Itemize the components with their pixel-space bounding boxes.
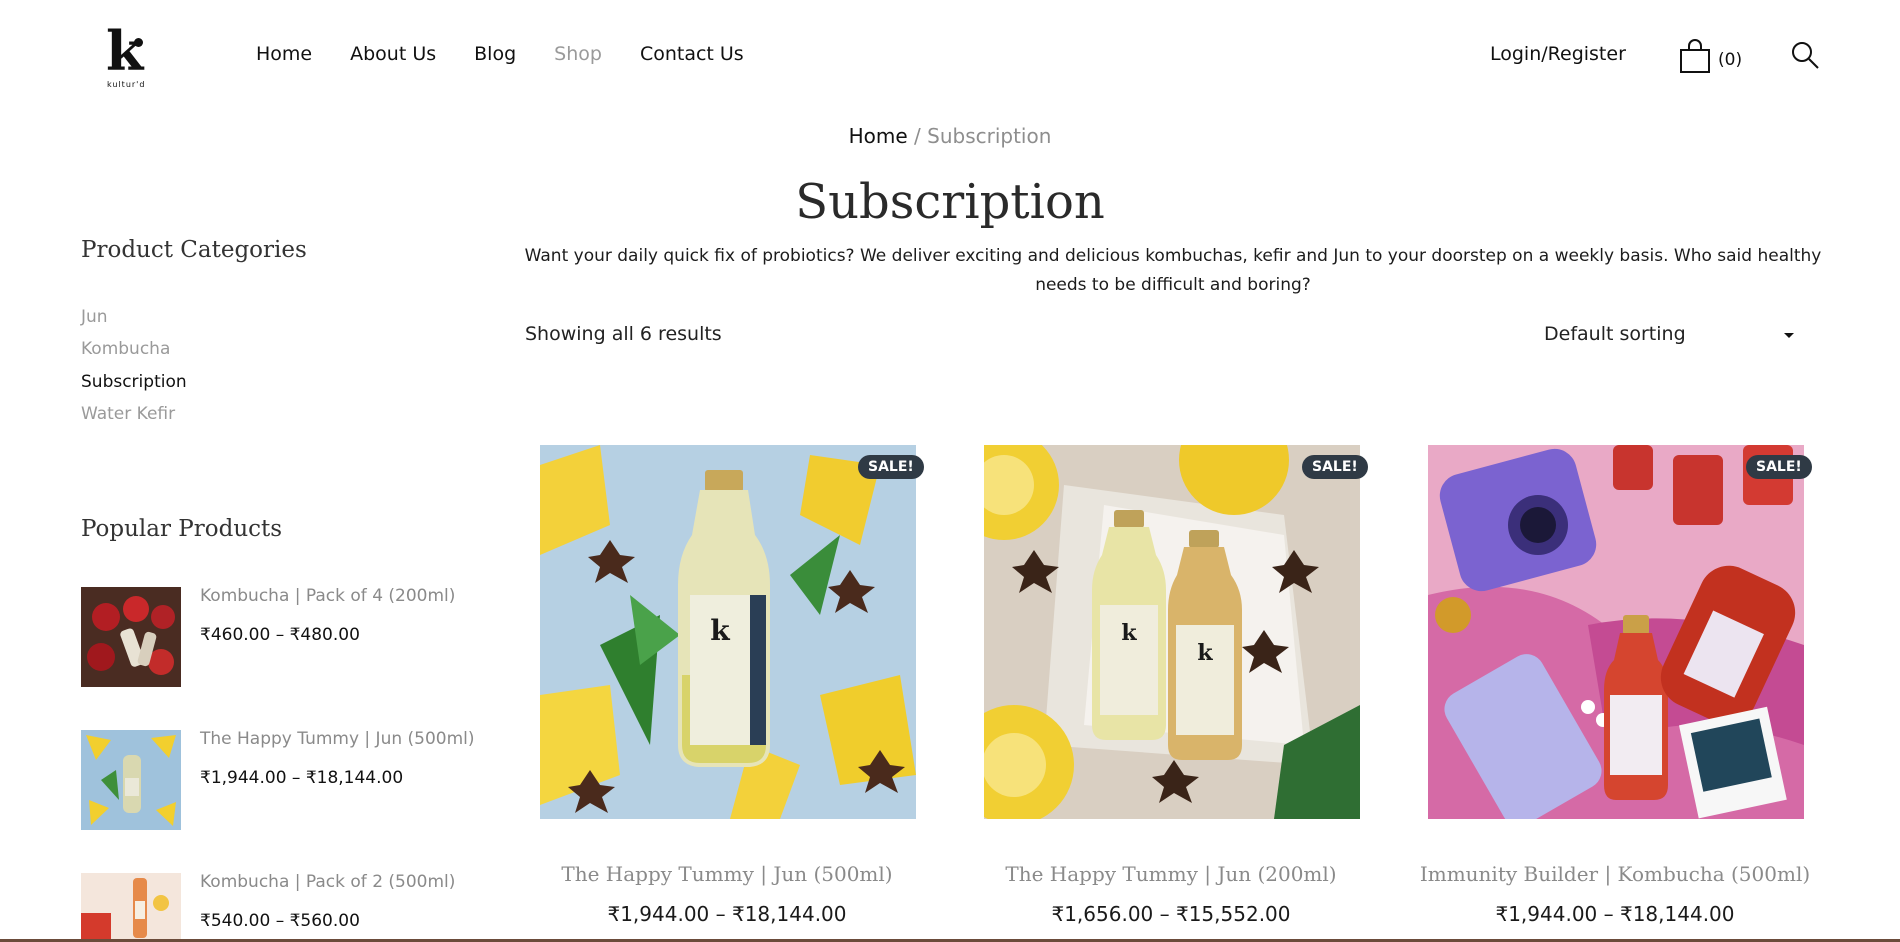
product-price: ₹1,656.00 – ₹15,552.00 [1051,902,1291,926]
product-title[interactable]: The Happy Tummy | Jun (200ml) [951,862,1391,886]
breadcrumb-separator: / [914,124,921,148]
product-photo-apples [81,587,181,687]
cart-count: (0) [1718,50,1743,70]
svg-text:k: k [1197,640,1213,666]
product-image[interactable]: k k [984,445,1360,819]
product-price: ₹1,944.00 – ₹18,144.00 [1495,902,1735,926]
logo-wordmark: kultur'd [107,80,146,89]
login-register-link[interactable]: Login/Register [1490,43,1626,65]
product-photo-immunity-kombucha [1428,445,1804,819]
product-title[interactable]: Immunity Builder | Kombucha (500ml) [1395,862,1835,886]
sort-select-value: Default sorting [1544,323,1686,345]
popular-product-price: ₹1,944.00 – ₹18,144.00 [200,768,404,788]
page-title: Subscription [795,174,1105,230]
popular-products-heading: Popular Products [81,516,283,542]
breadcrumb-current: Subscription [927,124,1052,148]
sale-badge: SALE! [1302,455,1368,479]
sort-select[interactable]: Default sorting [1530,318,1810,352]
popular-product-name[interactable]: The Happy Tummy | Jun (500ml) [200,729,475,749]
logo-dot [134,38,143,47]
nav-shop[interactable]: Shop [554,43,602,65]
nav-about-us[interactable]: About Us [350,43,436,65]
nav-contact-us[interactable]: Contact Us [640,43,744,65]
popular-product-thumbnail[interactable] [81,730,181,830]
product-image[interactable] [1428,445,1804,819]
category-subscription[interactable]: Subscription [81,372,187,392]
page-description: Want your daily quick fix of probiotics?… [524,246,1822,295]
category-jun[interactable]: Jun [81,307,108,327]
product-photo-jun-200: k k [984,445,1360,819]
breadcrumb-home[interactable]: Home [849,124,908,148]
popular-product-name[interactable]: Kombucha | Pack of 2 (500ml) [200,872,455,892]
shopping-bag-icon[interactable] [1678,38,1712,74]
category-water-kefir[interactable]: Water Kefir [81,404,175,424]
sale-badge: SALE! [858,455,924,479]
product-image[interactable]: k [540,445,916,819]
product-title[interactable]: The Happy Tummy | Jun (500ml) [507,862,947,886]
product-price: ₹1,944.00 – ₹18,144.00 [607,902,847,926]
logo-k-glyph: k [106,19,144,83]
nav-home[interactable]: Home [256,43,312,65]
popular-product-name[interactable]: Kombucha | Pack of 4 (200ml) [200,586,455,606]
popular-product-thumbnail[interactable] [81,873,181,939]
site-logo[interactable]: k kultur'd [104,19,150,90]
site-header: k kultur'd Home About Us Blog Shop Conta… [0,0,1900,112]
category-kombucha[interactable]: Kombucha [81,339,170,359]
main-nav: Home About Us Blog Shop Contact Us [256,43,744,65]
svg-text:k: k [1121,620,1137,646]
product-photo-pineapple [81,730,181,830]
svg-text:k: k [710,614,730,647]
popular-product-price: ₹540.00 – ₹560.00 [200,911,360,931]
search-icon[interactable] [1790,40,1820,70]
popular-product-price: ₹460.00 – ₹480.00 [200,625,360,645]
results-count: Showing all 6 results [525,323,722,345]
product-photo-kombucha [81,873,181,939]
sale-badge: SALE! [1746,455,1812,479]
breadcrumb: Home / Subscription [0,124,1900,148]
caret-down-icon [1784,333,1794,338]
nav-blog[interactable]: Blog [474,43,516,65]
categories-heading: Product Categories [81,237,307,263]
popular-product-thumbnail[interactable] [81,587,181,687]
product-photo-jun-500: k [540,445,916,819]
